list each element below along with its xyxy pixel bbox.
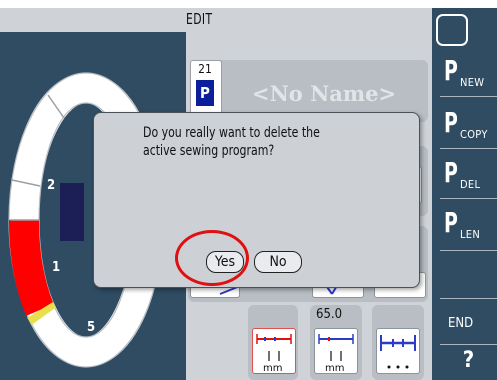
highlight-circle-annotation: [175, 230, 249, 286]
svg-text:mm: mm: [263, 363, 282, 373]
stitch-count-icon: [376, 328, 420, 374]
p-len-letter: P: [444, 206, 458, 239]
stitch-width-icon: mm: [314, 328, 358, 374]
svg-text:mm: mm: [325, 363, 344, 373]
stitch-length-icon: mm: [252, 328, 296, 374]
separator: [440, 250, 497, 251]
ring-active-segment: [8, 219, 54, 316]
length-value: 65.0: [316, 307, 343, 322]
stitch-width-blue-icon: mm: [318, 334, 354, 374]
ring-label-2: 2: [47, 178, 56, 193]
help-button[interactable]: ?: [440, 348, 497, 378]
p-del-sub: DEL: [460, 178, 481, 191]
ring-label-1: 1: [52, 260, 61, 275]
separator: [440, 96, 497, 97]
separator: [440, 198, 497, 199]
end-button[interactable]: END: [448, 316, 473, 331]
p-new-button[interactable]: P NEW: [440, 52, 497, 96]
separator: [440, 298, 497, 299]
separator: [440, 148, 497, 149]
program-number: 21: [198, 62, 212, 76]
ring-label-3: 3: [83, 90, 92, 105]
stitch-length-red-icon: mm: [256, 334, 292, 374]
separator: [440, 344, 497, 345]
p-copy-letter: P: [444, 106, 458, 139]
no-button[interactable]: No: [254, 251, 302, 273]
p-len-sub: LEN: [460, 228, 481, 241]
menu-square-icon[interactable]: [436, 14, 468, 46]
program-icon: P: [196, 80, 214, 106]
ring-label-5: 5: [87, 320, 96, 335]
ring-position-marker: [60, 183, 84, 241]
p-new-sub: NEW: [460, 76, 485, 89]
p-copy-button[interactable]: P COPY: [440, 104, 497, 148]
p-copy-sub: COPY: [460, 128, 488, 141]
stitch-count-blue-icon: [380, 335, 416, 369]
p-del-button[interactable]: P DEL: [440, 154, 497, 198]
p-del-letter: P: [444, 156, 458, 189]
page-title: EDIT: [186, 10, 213, 28]
dialog-message: Do you really want to delete the active …: [143, 125, 320, 159]
title-bar: [0, 8, 432, 32]
ring-highlight-segment: [27, 302, 57, 325]
sewing-machine-screen: 3 2 1 5 EDIT 21 P <No Name> mm 65.0 mm P…: [0, 0, 497, 380]
p-new-letter: P: [444, 54, 458, 87]
program-name: <No Name>: [252, 81, 397, 106]
p-len-button[interactable]: P LEN: [440, 204, 497, 248]
